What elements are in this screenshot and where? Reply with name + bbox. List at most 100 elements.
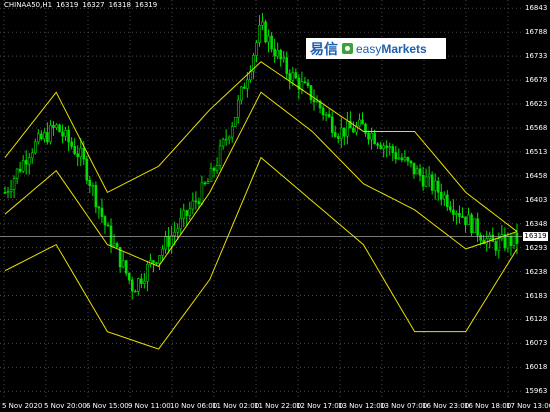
candle-body [61, 131, 64, 137]
candle-body [91, 185, 95, 187]
candle-body [309, 85, 313, 101]
candle-body [267, 35, 270, 43]
price-tick-label: 16513 [525, 147, 548, 156]
candle-body [100, 207, 104, 217]
candle-body [397, 157, 401, 160]
candle-body [206, 181, 210, 184]
candle-body [146, 264, 149, 282]
candle-body [449, 206, 452, 211]
candle-body [385, 145, 389, 148]
price-tick-label: 16403 [525, 195, 548, 204]
time-tick-label: 10 Nov 06:00 [170, 402, 218, 410]
time-tick-label: 9 Nov 11:00 [128, 402, 171, 410]
logo-brand-easy: easy [356, 41, 382, 56]
price-chart[interactable] [0, 0, 522, 400]
candle-body [106, 224, 110, 227]
candle-body [9, 189, 13, 192]
candle-body [167, 236, 170, 247]
candle-body [270, 35, 273, 50]
time-tick-label: 16 Nov 18:00 [464, 402, 512, 410]
price-tick-label: 16458 [525, 171, 548, 180]
candle-body [73, 146, 76, 154]
candle-body [176, 228, 179, 233]
chart-header: CHINAA50,H1 16319 16327 16318 16319 [4, 1, 161, 9]
low-value: 16318 [108, 1, 131, 9]
candle-body [127, 272, 131, 281]
candle-body [473, 218, 476, 234]
time-tick-label: 13 Nov 12:00 [338, 402, 386, 410]
price-tick-label: 16843 [525, 4, 548, 13]
candle-body [430, 174, 434, 191]
candle-body [391, 146, 395, 153]
price-tick-label: 16293 [525, 243, 548, 252]
candle-body [370, 133, 373, 140]
price-tick-label: 16018 [525, 363, 548, 372]
high-value: 16327 [82, 1, 105, 9]
candle-body [436, 180, 440, 193]
candle-body [255, 42, 258, 56]
candle-body [43, 132, 46, 140]
candle-body [412, 162, 416, 175]
candle-body [264, 21, 267, 43]
plot-area[interactable] [0, 0, 522, 400]
logo-mark-icon [342, 43, 353, 54]
logo-cn-text: 易信 [310, 41, 338, 58]
candle-body [137, 278, 140, 292]
candle-body [30, 152, 34, 159]
candle-body [470, 214, 473, 234]
candle-body [109, 225, 113, 246]
candle-body [15, 168, 19, 179]
candle-body [494, 241, 498, 251]
candle-body [3, 192, 7, 194]
candle-body [124, 260, 128, 274]
candle-body [276, 49, 279, 57]
candle-body [52, 125, 55, 128]
price-tick-label: 16733 [525, 52, 548, 61]
candle-body [24, 160, 28, 165]
open-value: 16319 [56, 1, 79, 9]
candle-body [140, 278, 143, 284]
close-value: 16319 [134, 1, 158, 9]
candle-body [464, 216, 467, 225]
candle-body [112, 243, 116, 246]
price-tick-label: 16183 [525, 291, 548, 300]
candle-body [240, 86, 243, 101]
price-tick-label: 16128 [525, 315, 548, 324]
candle-body [506, 236, 510, 249]
candle-body [303, 81, 307, 84]
candle-body [497, 238, 501, 251]
candle-body [467, 214, 470, 225]
candle-body [388, 146, 392, 148]
candle-body [233, 117, 237, 127]
price-tick-label: 16678 [525, 76, 548, 85]
time-tick-label: 6 Nov 15:00 [86, 402, 129, 410]
price-tick-label: 16568 [525, 123, 548, 132]
candle-body [76, 153, 80, 157]
candle-body [455, 213, 458, 215]
candle-body [185, 210, 189, 216]
candle-body [403, 157, 407, 161]
time-tick-label: 13 Nov 07:00 [380, 402, 428, 410]
candle-body [212, 167, 216, 171]
candle-body [12, 178, 16, 190]
candle-body [209, 167, 213, 182]
candle-body [18, 168, 22, 172]
candle-body [333, 132, 337, 137]
symbol-label: CHINAA50,H1 [4, 1, 53, 9]
candle-body [282, 57, 286, 60]
candle-body [58, 124, 61, 133]
price-tick-label: 16238 [525, 267, 548, 276]
candle-body [6, 191, 10, 193]
candle-body [361, 119, 364, 125]
candle-body [352, 127, 355, 133]
candle-body [218, 145, 222, 166]
candle-body [115, 243, 119, 248]
candle-body [439, 191, 443, 200]
candle-body [170, 235, 173, 247]
price-tick-label: 16348 [525, 219, 548, 228]
chart-window[interactable]: CHINAA50,H1 16319 16327 16318 16319 易信 easy M… [0, 0, 550, 412]
candle-body [173, 231, 176, 236]
time-tick-label: 5 Nov 20:00 [44, 402, 87, 410]
logo-brand-markets: Markets [381, 41, 427, 56]
candle-body [258, 25, 261, 43]
